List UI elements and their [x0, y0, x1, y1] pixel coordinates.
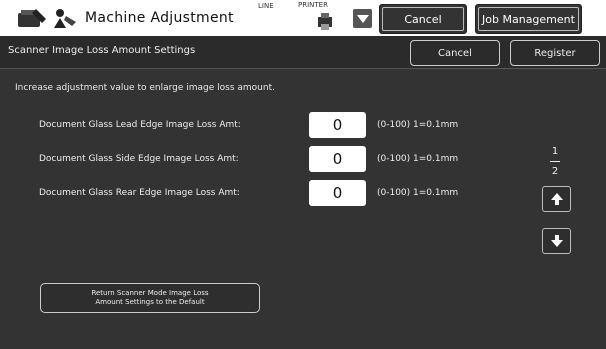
lead-edge-range: (0-100) 1=0.1mm [377, 120, 459, 130]
return-to-default-button[interactable]: Return Scanner Mode Image Loss Amount Se… [40, 283, 260, 313]
side-edge-value-field[interactable]: 0 [309, 146, 366, 172]
arrow-up-icon [550, 193, 563, 205]
top-cancel-button[interactable]: Cancel [379, 4, 467, 34]
rear-edge-range: (0-100) 1=0.1mm [377, 188, 459, 198]
page-indicator: 1 2 [545, 146, 565, 177]
default-button-line2: Amount Settings to the Default [95, 298, 205, 306]
register-button[interactable]: Register [510, 40, 600, 66]
top-bar: Machine Adjustment LINE PRINTER Cancel J… [0, 0, 606, 36]
job-management-button[interactable]: Job Management [475, 4, 582, 34]
cancel-button[interactable]: Cancel [410, 40, 500, 66]
line-label: LINE [258, 2, 274, 10]
arrow-down-icon [550, 235, 563, 247]
machine-settings-icon [18, 9, 46, 27]
page-total: 2 [551, 166, 559, 177]
description-text: Increase adjustment value to enlarge ima… [15, 83, 275, 93]
page-divider [550, 161, 560, 162]
page-title: Scanner Image Loss Amount Settings [8, 45, 196, 56]
printer-icon [318, 13, 332, 30]
side-edge-range: (0-100) 1=0.1mm [377, 154, 459, 164]
page-current: 1 [551, 146, 559, 157]
rear-edge-label: Document Glass Rear Edge Image Loss Amt: [39, 188, 240, 198]
job-status-dropdown[interactable] [353, 9, 372, 28]
side-edge-label: Document Glass Side Edge Image Loss Amt: [39, 154, 239, 164]
top-cancel-label: Cancel [382, 7, 464, 31]
lead-edge-value-field[interactable]: 0 [309, 112, 366, 138]
scroll-up-button[interactable] [542, 186, 571, 212]
lead-edge-label: Document Glass Lead Edge Image Loss Amt: [39, 120, 241, 130]
rear-edge-value-field[interactable]: 0 [309, 180, 366, 206]
app-title: Machine Adjustment [85, 10, 234, 26]
default-button-line1: Return Scanner Mode Image Loss [91, 289, 209, 297]
printer-label: PRINTER [298, 1, 328, 9]
adjustment-person-icon [54, 9, 76, 28]
scroll-down-button[interactable] [542, 228, 571, 254]
page-header: Scanner Image Loss Amount Settings Cance… [0, 36, 606, 69]
job-management-label: Job Management [478, 7, 579, 31]
